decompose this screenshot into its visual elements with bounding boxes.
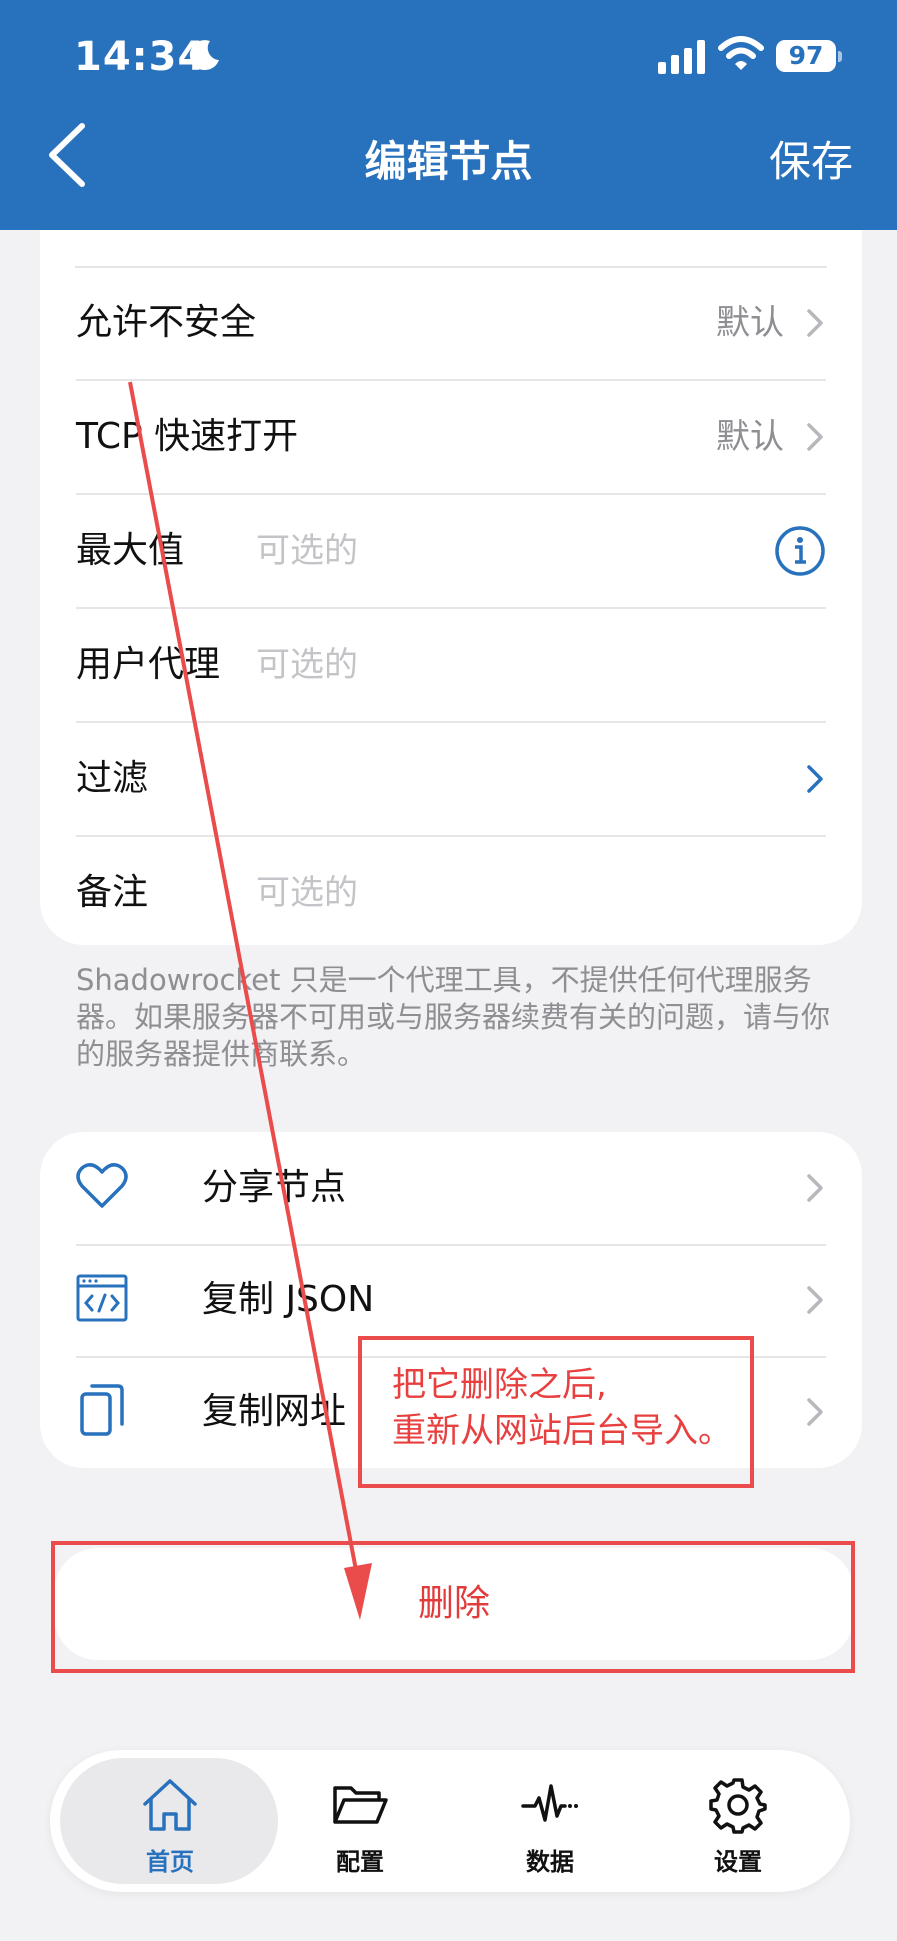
- copy-icon: [80, 1384, 124, 1436]
- status-time: 14:34: [74, 34, 207, 80]
- nav-header: 14:34 97 编辑节点 保存: [0, 0, 897, 230]
- row-value: 默认: [716, 303, 784, 343]
- battery-indicator: 97: [776, 40, 836, 72]
- annotation-highlight-frame: [51, 1541, 855, 1673]
- max-value-input[interactable]: 可选的: [256, 495, 358, 607]
- save-button[interactable]: 保存: [769, 128, 853, 189]
- cellular-signal-icon: [658, 40, 705, 74]
- row-filter[interactable]: 过滤: [76, 723, 826, 837]
- tab-label: 设置: [714, 1848, 762, 1876]
- annotation-line-1: 把它删除之后,: [392, 1365, 607, 1405]
- heart-icon: [76, 1163, 128, 1208]
- tab-settings[interactable]: 设置: [638, 1750, 828, 1892]
- wifi-icon: [718, 36, 764, 70]
- action-label: 复制网址: [202, 1391, 347, 1432]
- annotation-text: 把它删除之后, 重新从网站后台导入。: [392, 1362, 732, 1454]
- chevron-right-icon: [807, 1286, 823, 1314]
- chevron-right-icon: [807, 309, 823, 337]
- row-max-value: 最大值 可选的: [76, 495, 826, 609]
- tab-bar: 首页 配置 数据 设置: [50, 1750, 850, 1892]
- row-label: 最大值: [76, 530, 185, 571]
- tab-label: 配置: [336, 1848, 384, 1876]
- row-user-agent: 用户代理 可选的: [76, 609, 826, 723]
- tab-config[interactable]: 配置: [260, 1750, 450, 1892]
- info-icon[interactable]: [774, 525, 826, 577]
- activity-icon: [521, 1784, 578, 1822]
- remark-input[interactable]: 可选的: [256, 837, 358, 949]
- tab-home[interactable]: 首页: [60, 1750, 278, 1892]
- row-label: 过滤: [76, 758, 149, 799]
- annotation-line-2: 重新从网站后台导入。: [392, 1411, 732, 1451]
- battery-tip: [838, 51, 842, 62]
- row-value: 默认: [716, 417, 784, 457]
- row-tcp-fast-open[interactable]: TCP 快速打开 默认: [76, 381, 826, 495]
- page-title: 编辑节点: [364, 137, 533, 186]
- home-icon: [143, 1779, 197, 1831]
- tab-data[interactable]: 数据: [450, 1750, 640, 1892]
- row-divider: [75, 266, 827, 268]
- action-label: 分享节点: [202, 1167, 347, 1208]
- row-label: 用户代理: [76, 644, 221, 685]
- row-label: TCP 快速打开: [76, 416, 299, 457]
- chevron-right-icon: [807, 765, 823, 793]
- settings-card: 允许不安全 默认 TCP 快速打开 默认 最大值 可选的 用户代理 可选的 过滤…: [40, 230, 862, 945]
- user-agent-input[interactable]: 可选的: [256, 609, 358, 721]
- footnote-text: Shadowrocket 只是一个代理工具，不提供任何代理服务器。如果服务器不可…: [76, 963, 831, 1071]
- action-label: 复制 JSON: [202, 1279, 375, 1320]
- row-remark: 备注 可选的: [76, 837, 826, 949]
- chevron-right-icon: [807, 423, 823, 451]
- gear-icon: [709, 1778, 767, 1834]
- folder-icon: [333, 1786, 388, 1824]
- row-label: 允许不安全: [76, 302, 257, 343]
- moon-icon: [189, 40, 219, 71]
- share-node-row[interactable]: 分享节点: [76, 1132, 826, 1246]
- chevron-right-icon: [807, 1174, 823, 1202]
- chevron-right-icon: [807, 1398, 823, 1426]
- tab-label: 数据: [526, 1848, 574, 1876]
- annotation-note: 把它删除之后, 重新从网站后台导入。: [358, 1336, 754, 1488]
- row-allow-insecure[interactable]: 允许不安全 默认: [76, 267, 826, 381]
- code-window-icon: [76, 1274, 128, 1322]
- row-label: 备注: [76, 872, 149, 913]
- tab-label: 首页: [146, 1848, 194, 1876]
